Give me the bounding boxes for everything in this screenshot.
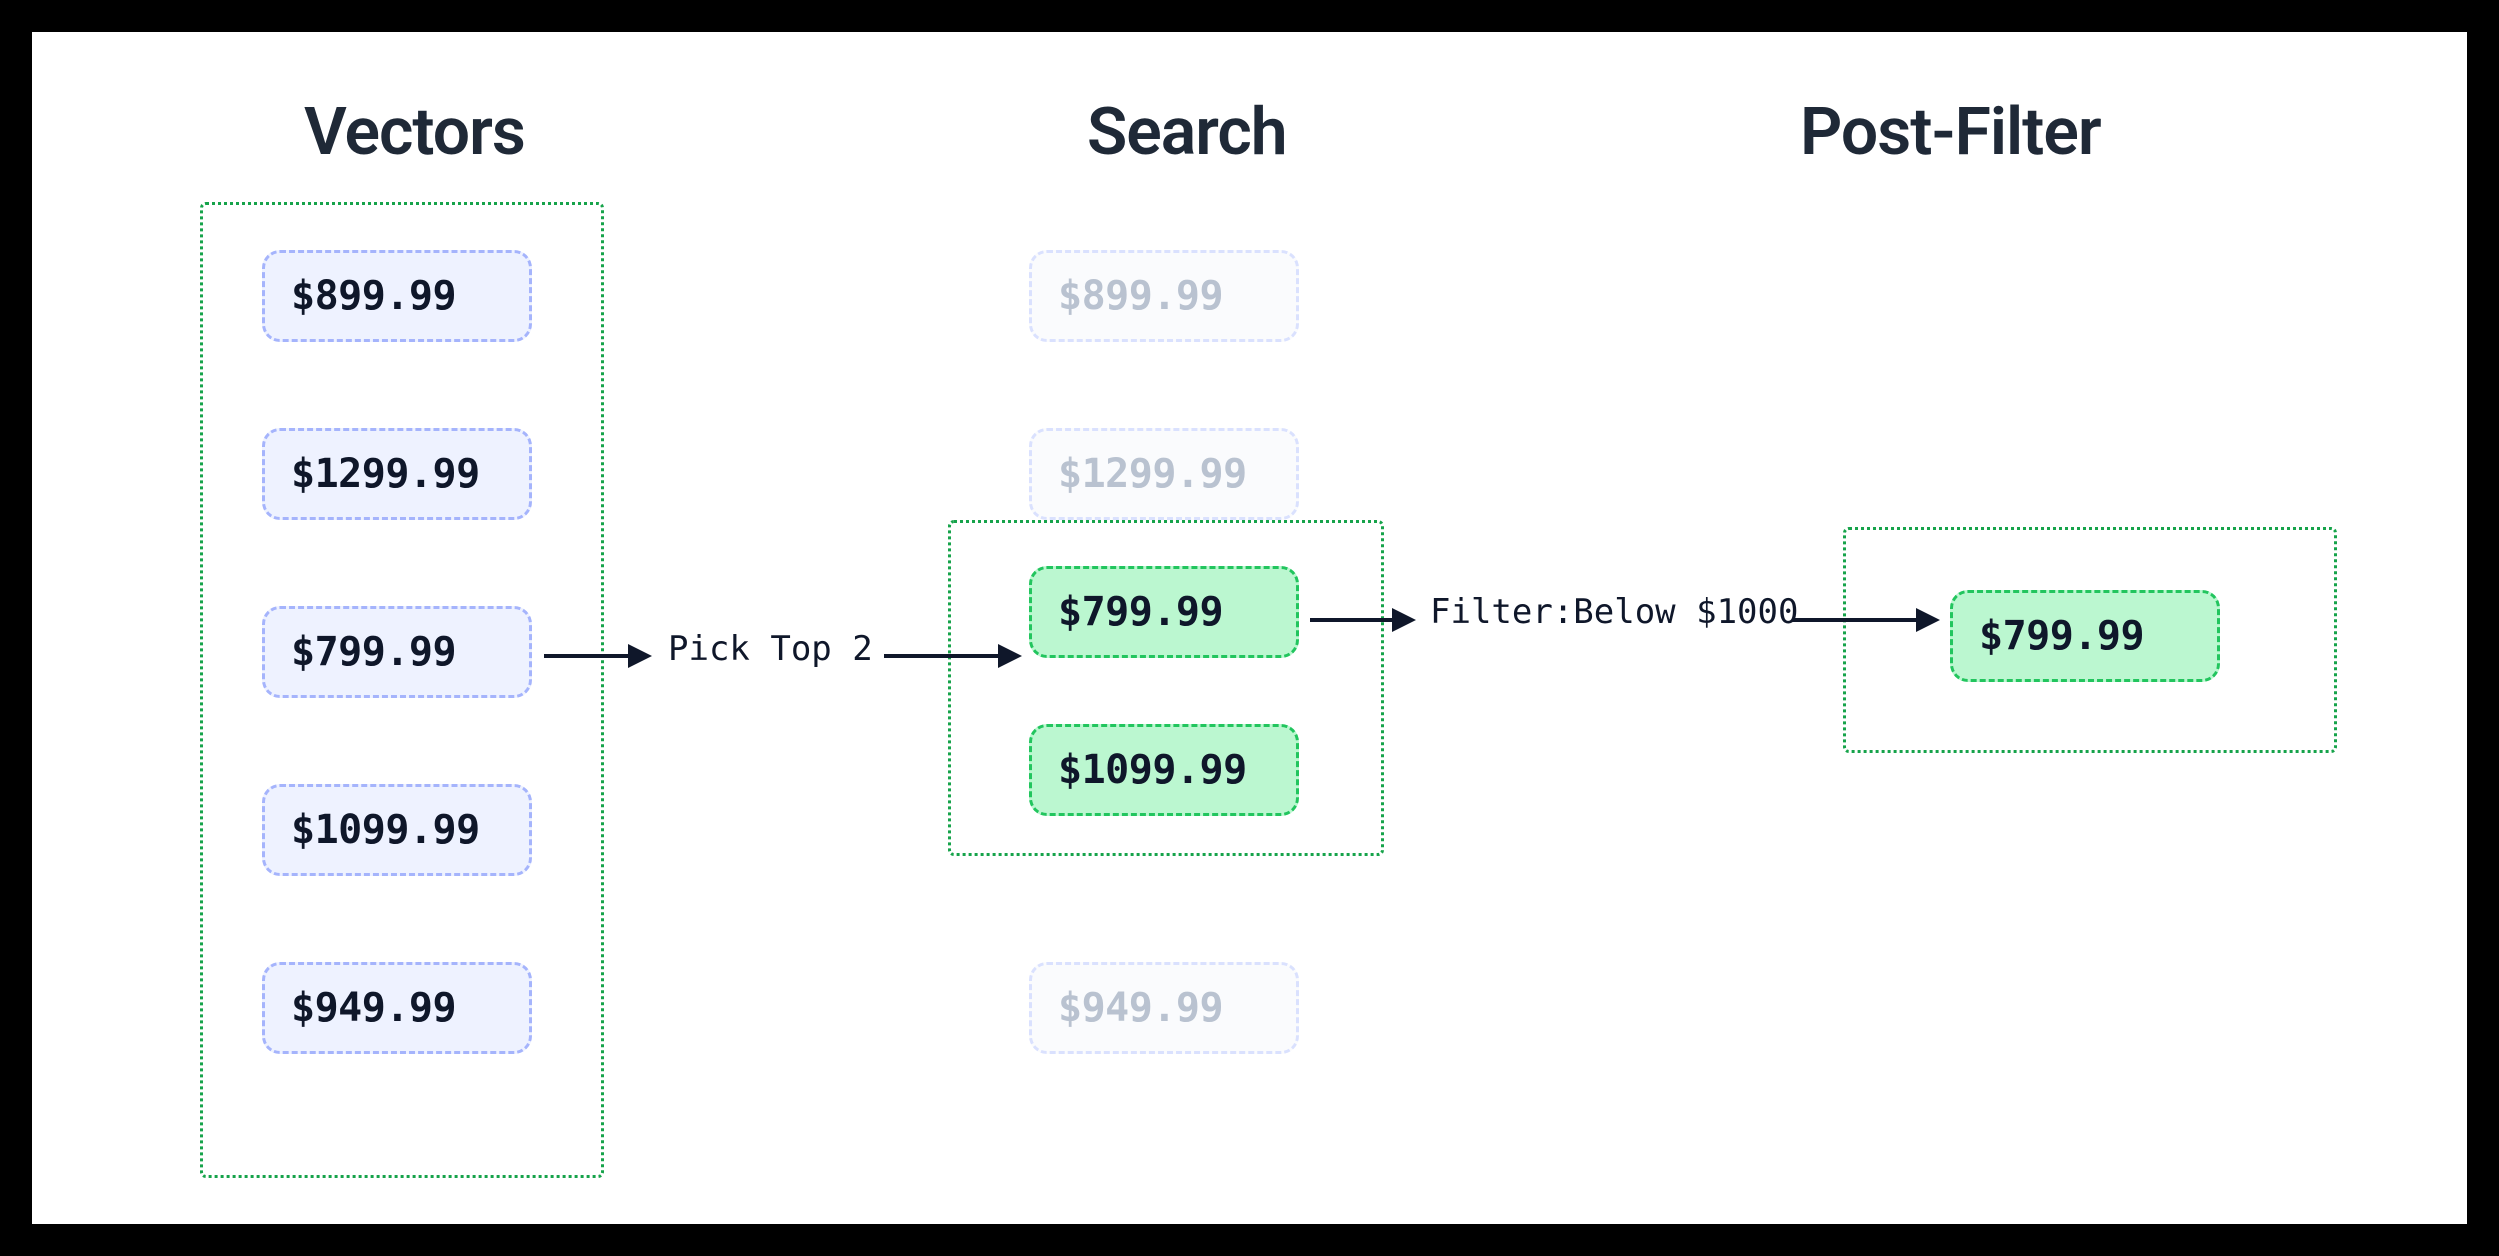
arrow-vectors-to-search [544, 644, 654, 668]
vector-item: $949.99 [262, 962, 532, 1054]
vector-item: $799.99 [262, 606, 532, 698]
arrow-head-icon [998, 644, 1022, 668]
vector-item: $899.99 [262, 250, 532, 342]
arrow-label-filter: Filter:Below $1000 [1430, 592, 1798, 632]
column-title-vectors: Vectors [304, 94, 525, 171]
arrow-search-to-postfilter [1310, 608, 1418, 632]
diagram-frame: Vectors Search Post-Filter $899.99 $1299… [32, 32, 2467, 1224]
search-group-box [948, 520, 1384, 856]
vector-item: $1299.99 [262, 428, 532, 520]
search-item-faded: $1299.99 [1029, 428, 1299, 520]
search-item-faded: $949.99 [1029, 962, 1299, 1054]
arrow-head-icon [1916, 608, 1940, 632]
arrow-head-icon [1392, 608, 1416, 632]
postfilter-item: $799.99 [1950, 590, 2220, 682]
vector-item: $1099.99 [262, 784, 532, 876]
arrow-search-to-postfilter-tail [1792, 608, 1942, 632]
column-title-postfilter: Post-Filter [1800, 94, 2101, 171]
search-item-faded: $899.99 [1029, 250, 1299, 342]
arrow-head-icon [628, 644, 652, 668]
column-title-search: Search [1087, 94, 1287, 171]
arrow-label-pick-top: Pick Top 2 [668, 629, 873, 669]
arrow-vectors-to-search-tail [884, 644, 1024, 668]
